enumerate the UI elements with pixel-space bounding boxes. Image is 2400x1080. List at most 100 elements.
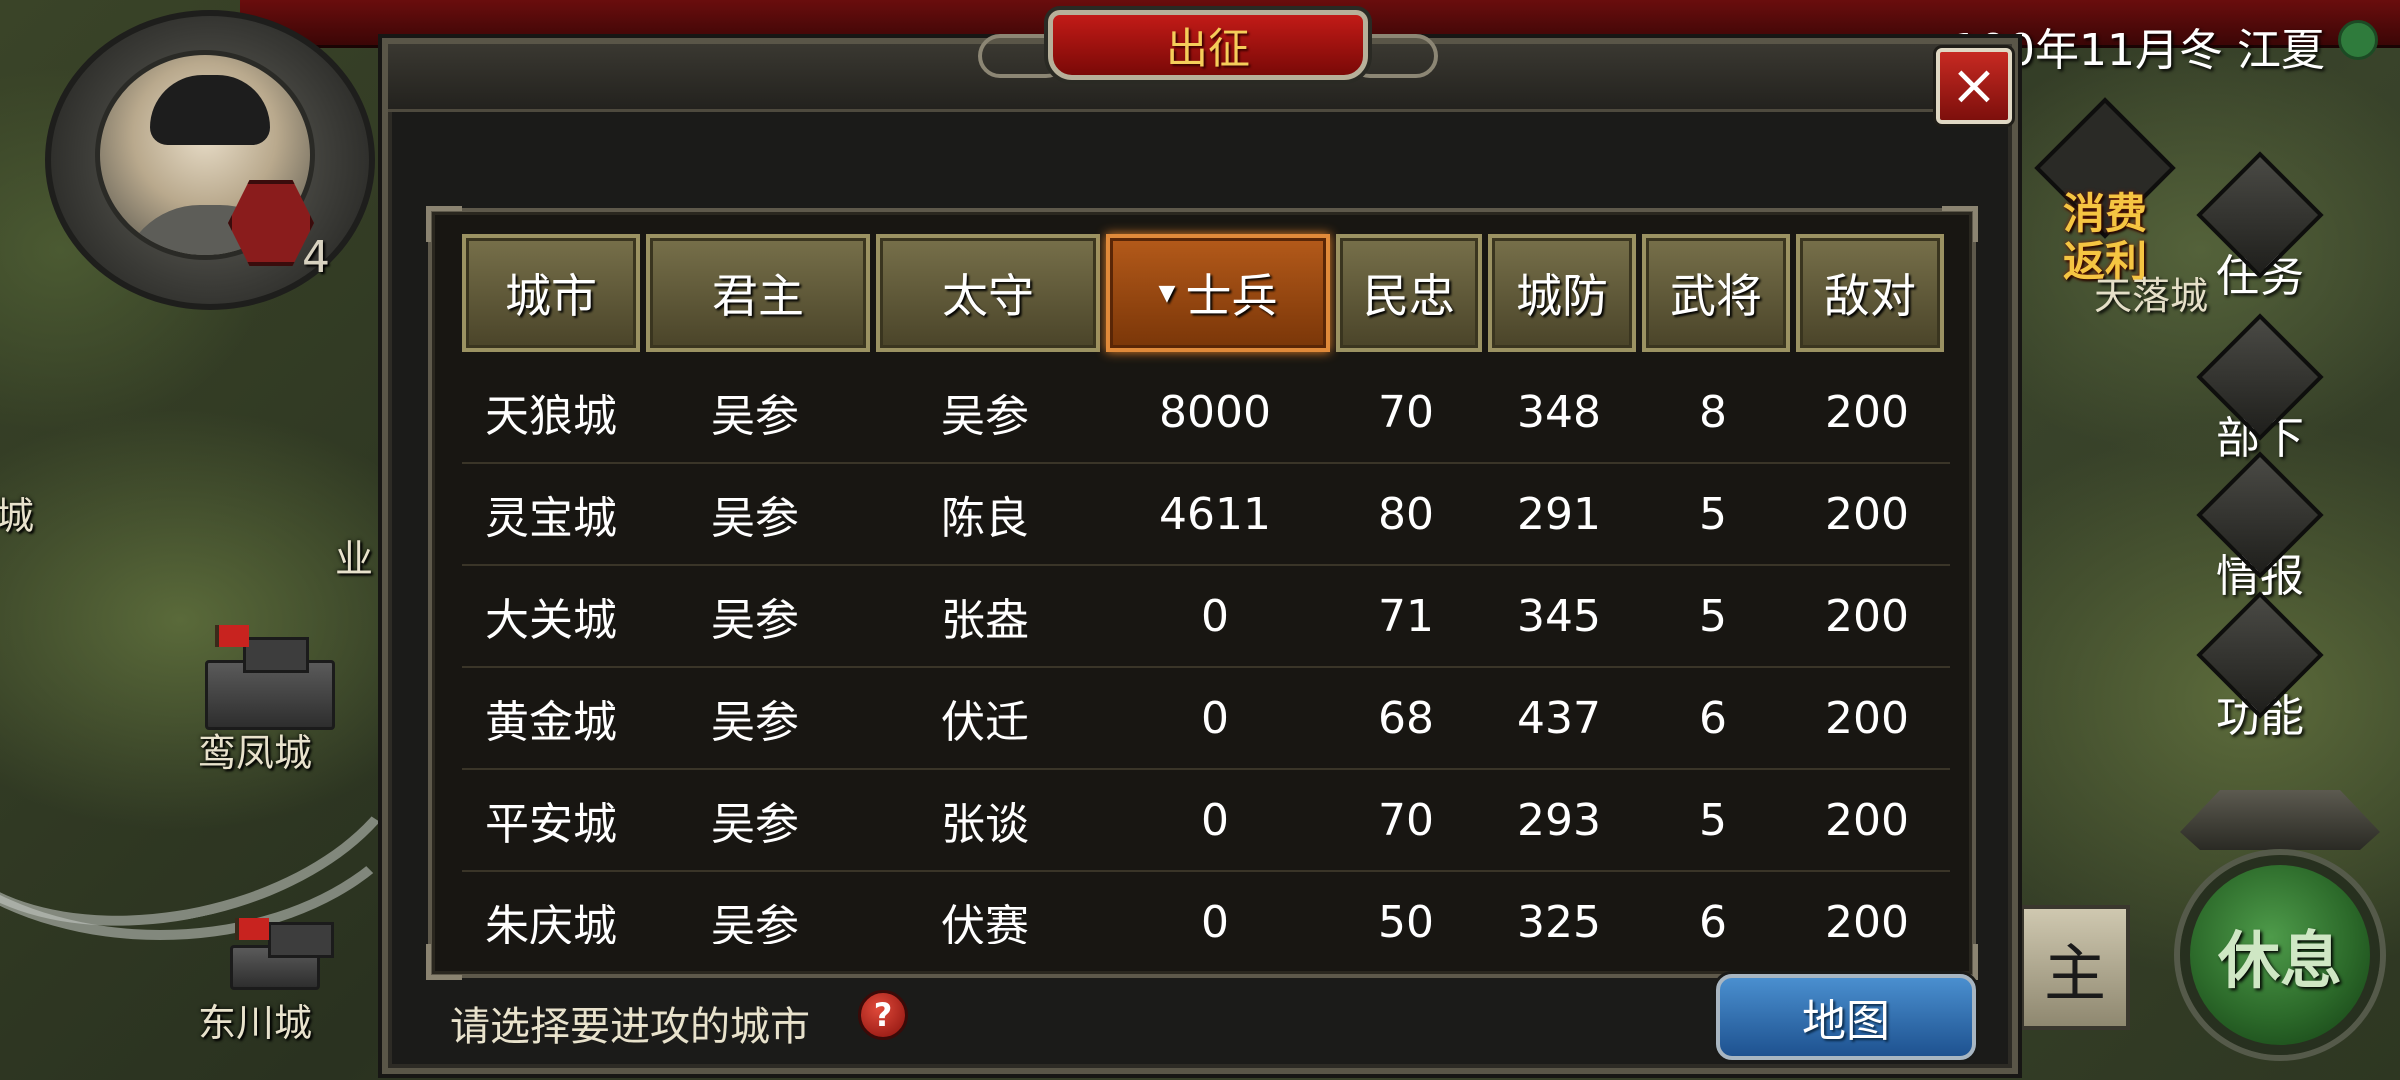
dialog-title: 出征 <box>1165 23 1250 73</box>
rest-button-label: 休息 <box>2217 924 2342 997</box>
avatar-hair <box>150 75 270 145</box>
table-cell: 200 <box>1825 794 1909 846</box>
map-button[interactable]: 地图 <box>1716 974 1976 1060</box>
table-cell: 5 <box>1699 590 1727 642</box>
help-icon[interactable]: ? <box>858 990 908 1040</box>
table-row[interactable]: 大关城 吴参 张盎 0 71 345 5 200 <box>462 566 1950 668</box>
map-city-label[interactable]: 城 <box>0 485 34 540</box>
city-castle-icon[interactable] <box>230 922 334 990</box>
table-cell: 293 <box>1517 794 1601 846</box>
table-cell: 68 <box>1378 692 1434 744</box>
header-label: 城防 <box>1516 269 1608 323</box>
map-city-label[interactable]: 鸾凤城 <box>198 722 312 777</box>
table-row[interactable]: 平安城 吴参 张谈 0 70 293 5 200 <box>462 770 1950 872</box>
city-flag-icon <box>215 625 249 647</box>
table-cell: 陈良 <box>941 493 1029 544</box>
city-table: 城市 君主 太守 ▼ 士兵 民忠 城防 武将 敌对 天狼城 吴参 吴参 8000 70 3… <box>426 206 1978 980</box>
table-cell: 70 <box>1378 794 1434 846</box>
table-cell: 200 <box>1825 692 1909 744</box>
column-header-loyalty[interactable]: 民忠 <box>1336 234 1482 352</box>
table-cell: 张谈 <box>941 799 1029 850</box>
table-cell: 70 <box>1378 386 1434 438</box>
table-cell: 0 <box>1201 794 1229 846</box>
table-cell: 200 <box>1825 488 1909 540</box>
table-cell: 345 <box>1517 590 1601 642</box>
city-castle-icon[interactable] <box>205 637 335 730</box>
table-cell: 5 <box>1699 794 1727 846</box>
table-cell: 4611 <box>1159 488 1271 540</box>
table-cell: 吴参 <box>941 391 1029 442</box>
header-label: 城市 <box>505 269 597 323</box>
header-label: 君主 <box>712 269 804 323</box>
close-icon: × <box>1950 53 1998 118</box>
column-header-defense[interactable]: 城防 <box>1488 234 1636 352</box>
lord-tag[interactable]: 主 <box>2020 905 2130 1030</box>
close-button[interactable]: × <box>1936 48 2012 124</box>
column-header-governor[interactable]: 太守 <box>876 234 1100 352</box>
table-cell: 200 <box>1825 590 1909 642</box>
table-cell: 大关城 <box>485 595 617 646</box>
table-cell: 吴参 <box>711 697 799 748</box>
table-cell: 平安城 <box>485 799 617 850</box>
map-button-label: 地图 <box>1802 996 1890 1047</box>
expedition-dialog: 出征 × 城市 君主 太守 ▼ 士兵 民忠 城防 武将 敌对 天狼城 吴参 吴参 80… <box>382 10 2018 1074</box>
column-header-lord[interactable]: 君主 <box>646 234 870 352</box>
map-city-label[interactable]: 天落城 <box>2094 265 2208 320</box>
header-label: 敌对 <box>1824 269 1916 323</box>
table-cell: 50 <box>1378 896 1434 945</box>
column-header-soldiers[interactable]: ▼ 士兵 <box>1106 234 1330 352</box>
table-cell: 天狼城 <box>485 391 617 442</box>
table-cell: 朱庆城 <box>485 901 617 944</box>
table-cell: 吴参 <box>711 493 799 544</box>
header-label: 士兵 <box>1185 269 1278 323</box>
menu-task-button[interactable]: 任务 <box>2196 151 2324 304</box>
table-row[interactable]: 灵宝城 吴参 陈良 4611 80 291 5 200 <box>462 464 1950 566</box>
table-cell: 灵宝城 <box>485 493 617 544</box>
table-cell: 伏赛 <box>941 901 1029 944</box>
rest-button[interactable]: 休息 <box>2180 855 2380 1055</box>
menu-subordinate-button[interactable]: 部下 <box>2196 313 2324 466</box>
table-row[interactable]: 朱庆城 吴参 伏赛 0 50 325 6 200 <box>462 872 1950 945</box>
table-cell: 0 <box>1201 896 1229 945</box>
player-level: 4 <box>302 232 330 283</box>
table-cell: 80 <box>1378 488 1434 540</box>
table-cell: 291 <box>1517 488 1601 540</box>
dialog-footer: 请选择要进攻的城市 ? 地图 <box>388 968 2012 1068</box>
lord-tag-label: 主 <box>2043 936 2106 1010</box>
table-cell: 吴参 <box>711 901 799 944</box>
table-cell: 黄金城 <box>485 697 617 748</box>
sort-down-icon: ▼ <box>1158 280 1176 306</box>
table-cell: 0 <box>1201 590 1229 642</box>
table-row[interactable]: 天狼城 吴参 吴参 8000 70 348 8 200 <box>462 362 1950 464</box>
menu-function-button[interactable]: 功能 <box>2196 591 2324 744</box>
table-cell: 325 <box>1517 896 1601 945</box>
frame-corner <box>426 206 462 242</box>
table-body[interactable]: 天狼城 吴参 吴参 8000 70 348 8 200 灵宝城 吴参 陈良 4611 80 291 5 200… <box>462 362 1950 944</box>
table-cell: 6 <box>1699 692 1727 744</box>
frame-corner <box>1942 206 1978 242</box>
table-cell: 吴参 <box>711 391 799 442</box>
table-cell: 200 <box>1825 386 1909 438</box>
menu-intel-button[interactable]: 情报 <box>2196 451 2324 604</box>
map-city-label[interactable]: 东川城 <box>198 992 312 1047</box>
map-city-label[interactable]: 业 <box>335 528 373 583</box>
city-flag-icon <box>235 918 269 940</box>
table-cell: 伏迁 <box>941 697 1029 748</box>
column-header-hostility[interactable]: 敌对 <box>1796 234 1944 352</box>
table-row[interactable]: 黄金城 吴参 伏迁 0 68 437 6 200 <box>462 668 1950 770</box>
hint-text: 请选择要进攻的城市 <box>450 1004 810 1050</box>
header-label: 武将 <box>1670 269 1762 323</box>
table-cell: 张盎 <box>941 595 1029 646</box>
column-header-generals[interactable]: 武将 <box>1642 234 1790 352</box>
table-cell: 6 <box>1699 896 1727 945</box>
table-cell: 吴参 <box>711 595 799 646</box>
table-cell: 8 <box>1699 386 1727 438</box>
table-cell: 71 <box>1378 590 1434 642</box>
table-cell: 348 <box>1517 386 1601 438</box>
column-header-city[interactable]: 城市 <box>462 234 640 352</box>
table-cell: 吴参 <box>711 799 799 850</box>
header-label: 太守 <box>942 269 1034 323</box>
table-cell: 0 <box>1201 692 1229 744</box>
header-label: 民忠 <box>1363 269 1455 323</box>
table-cell: 200 <box>1825 896 1909 945</box>
